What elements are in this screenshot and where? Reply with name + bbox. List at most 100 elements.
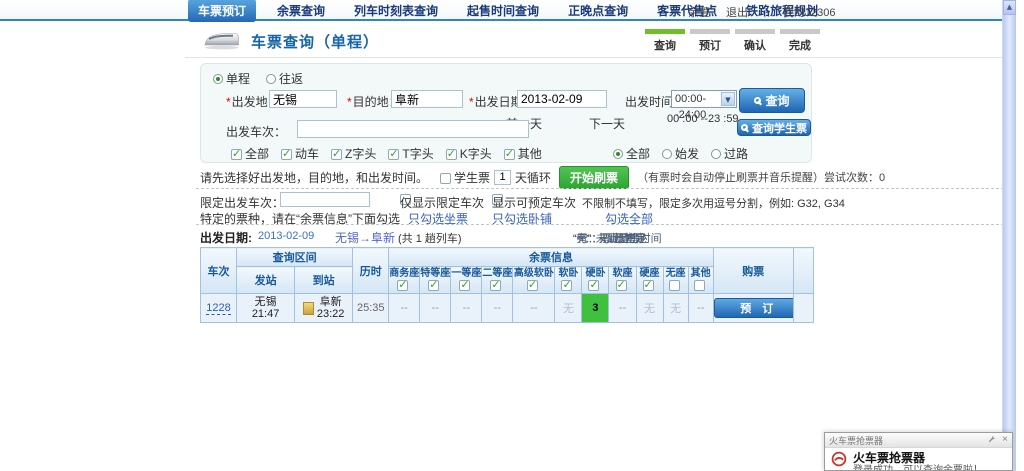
trip-oneway-radio[interactable]: 单程 (213, 70, 250, 87)
table-row: 1228 无锡 21:47 阜新 23:22 25:35 -- -- -- --… (199, 293, 815, 323)
col-header-buy: 购票 (712, 247, 794, 294)
my-12306-link[interactable]: 我的12306 (783, 4, 836, 20)
nav-tab-timetable[interactable]: 列车时刻表查询 (346, 0, 446, 21)
radio-selected-icon (213, 74, 223, 84)
seat-column-header: 软座 (608, 266, 637, 294)
ticket-query-page: 车票预订 余票查询 列车时刻表查询 起售时间查询 正晚点查询 客票代售点 铁路旅… (0, 0, 1024, 471)
checkbox-icon (440, 172, 452, 184)
time-select[interactable]: 00:00--24:00 ▼ (671, 90, 737, 121)
seat-filter-checkbox[interactable] (397, 278, 409, 291)
nav-tab-sale-time[interactable]: 起售时间查询 (459, 0, 547, 21)
seat-availability-cell: -- (687, 293, 714, 323)
username-link[interactable]: 余萱 (688, 4, 710, 20)
result-route: 无锡→阜新 (335, 231, 396, 245)
seat-filter-checkbox[interactable] (693, 280, 705, 291)
next-day-link[interactable]: 下一天 (589, 115, 625, 132)
arrival-cell: 阜新 23:22 (294, 293, 354, 323)
step-done: 完成 (780, 29, 820, 53)
result-table: 车次 查询区间 历时 余票信息 购票 发站 到站 商务座 特等座 一等座 二等座… (199, 247, 815, 323)
seat-filter-checkbox[interactable] (561, 278, 573, 291)
query-button[interactable]: 查询 (739, 88, 805, 113)
step-confirm: 确认 (735, 29, 775, 53)
filter-t-train[interactable]: T字头 (388, 145, 434, 162)
result-info-bar: 出发日期: 2013-02-09 无锡→阜新 (共 1 趟列车) “有”：票源充… (200, 230, 662, 245)
student-query-button[interactable]: 查询学生票 (737, 119, 811, 136)
refresh-note: （有票时会自动停止刷票并音乐提醒）尝试次数：0 (637, 172, 886, 184)
seat-filter-checkbox[interactable] (642, 278, 654, 291)
departure-cell: 无锡 21:47 (236, 293, 296, 323)
seat-column-header: 特等座 (419, 266, 452, 294)
student-ticket-checkbox[interactable]: 学生票 (440, 169, 490, 186)
seat-availability-cell: 3 (581, 293, 610, 323)
col-header-train: 车次 (199, 247, 238, 294)
scroll-up-arrow-icon[interactable]: ▲ (1003, 0, 1016, 15)
wrench-icon[interactable] (987, 435, 996, 446)
train-no-cell: 1228 (199, 293, 238, 323)
seat-filter-checkbox[interactable] (526, 278, 538, 291)
days-loop-input[interactable] (494, 169, 512, 185)
seat-availability-cell: 无 (554, 293, 583, 323)
nav-tab-ticket-booking[interactable]: 车票预订 (188, 0, 257, 22)
filter-other-train[interactable]: 其他 (503, 145, 542, 162)
col-header-section: 查询区间 (236, 247, 354, 267)
filter-z-train[interactable]: Z字头 (331, 145, 376, 162)
seat-column-header: 硬座 (635, 266, 664, 294)
nav-tab-remaining-tickets[interactable]: 余票查询 (269, 0, 333, 21)
nav-tab-punctuality[interactable]: 正晚点查询 (560, 0, 636, 21)
train-no-link[interactable]: 1228 (206, 302, 231, 315)
search-icon (741, 124, 748, 131)
scope-origin-radio[interactable]: 始发 (662, 145, 699, 162)
popup-app-name: 火车票抢票器 (853, 451, 926, 465)
trip-type-group: 单程 往返 (213, 70, 303, 87)
search-form-panel: 单程 往返 *出发地： *目的地： *出发日期： 前一天 下一天 出发时间： 0… (200, 63, 812, 163)
vertical-scrollbar[interactable]: ▲ (1002, 0, 1016, 471)
seat-availability-cell: -- (512, 293, 556, 323)
seat-column-header: 其他 (687, 266, 714, 294)
close-icon[interactable]: × (1002, 435, 1008, 445)
page-title: 车票查询（单程） (251, 33, 380, 51)
logout-link[interactable]: 退出 (726, 4, 748, 20)
seat-filter-checkbox[interactable] (615, 278, 627, 291)
refresh-hint: 请先选择好出发地，目的地，和出发时间。 (200, 170, 429, 185)
checkbox-icon (503, 147, 515, 160)
limit-train-input[interactable] (280, 192, 370, 207)
scope-passing-radio[interactable]: 过路 (711, 145, 748, 162)
seat-filter-checkbox[interactable] (588, 278, 600, 291)
title-divider (185, 57, 1014, 58)
refresh-row: 请先选择好出发地，目的地，和出发时间。 学生票 天循环 开始刷票 （有票时会自动… (200, 165, 886, 189)
train-icon (203, 30, 241, 53)
seat-filter-checkbox[interactable] (490, 278, 502, 291)
step-bar (735, 29, 775, 34)
filter-k-train[interactable]: K字头 (445, 145, 492, 162)
train-no-input[interactable] (297, 120, 529, 138)
col-header-arrival: 到站 (294, 266, 354, 294)
search-icon (754, 97, 762, 104)
popup-title-bar: 火车票抢票器 × (825, 433, 1012, 448)
seat-availability-cell: 无 (662, 293, 689, 323)
filter-all[interactable]: 全部 (231, 145, 269, 162)
book-button[interactable]: 预 订 (714, 298, 793, 318)
date-input[interactable] (517, 90, 607, 108)
step-bar (780, 29, 820, 34)
seat-column-header: 商务座 (388, 266, 421, 294)
filter-d-train[interactable]: 动车 (281, 145, 319, 162)
grabber-logo-icon (831, 451, 847, 470)
radio-icon (613, 149, 623, 159)
scope-all-radio[interactable]: 全部 (613, 145, 650, 162)
checkbox-icon (231, 147, 242, 160)
trip-round-radio[interactable]: 往返 (266, 70, 303, 87)
seat-filter-checkbox[interactable] (668, 280, 680, 291)
top-nav-bar: 车票预订 余票查询 列车时刻表查询 起售时间查询 正晚点查询 客票代售点 铁路旅… (0, 0, 1002, 22)
seat-filter-checkbox[interactable] (428, 278, 440, 291)
step-bar (690, 29, 730, 34)
start-refresh-button[interactable]: 开始刷票 (559, 165, 630, 189)
to-input[interactable] (391, 90, 463, 108)
mileage-badge-icon (302, 301, 314, 315)
result-train-count: (共 1 趟列车) (398, 233, 462, 245)
from-input[interactable] (269, 90, 337, 108)
checkbox-icon (445, 147, 457, 160)
checkbox-icon (388, 147, 400, 160)
seat-filter-checkbox[interactable] (459, 278, 471, 291)
chevron-down-icon: ▼ (721, 92, 735, 106)
step-book: 预订 (690, 29, 730, 53)
